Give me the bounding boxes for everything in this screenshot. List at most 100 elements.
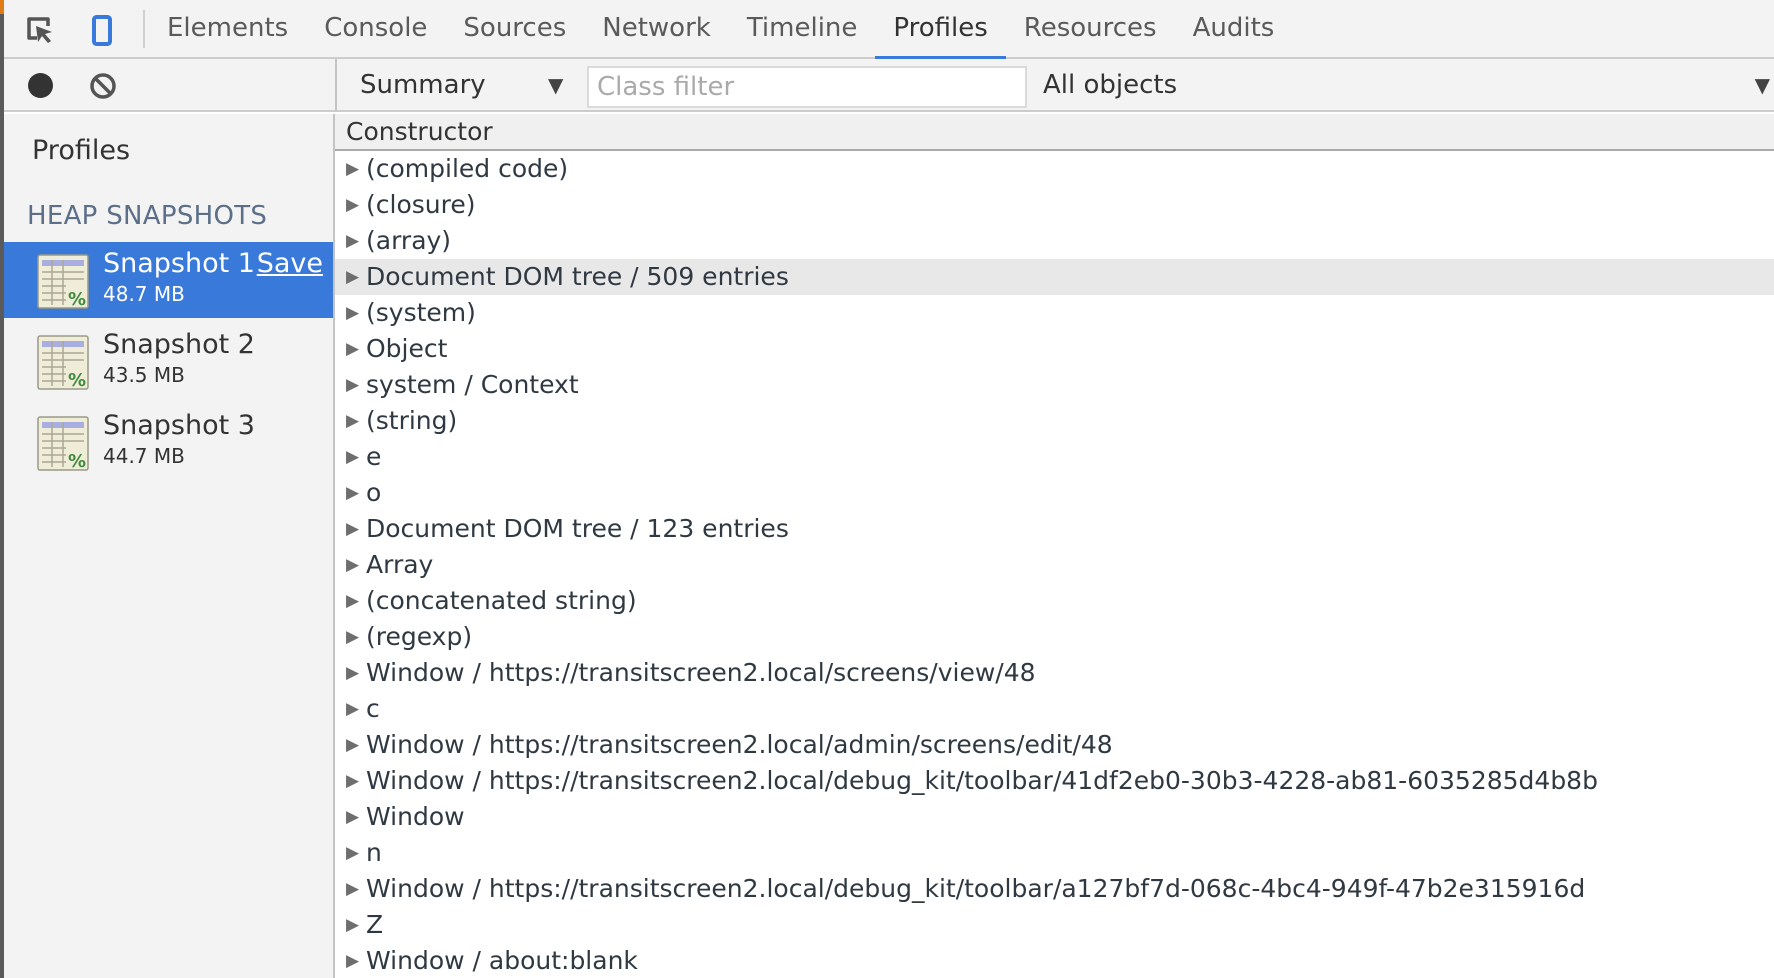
tab-timeline[interactable]: Timeline (729, 0, 876, 57)
expand-triangle-icon[interactable]: ▶ (346, 439, 366, 475)
expand-triangle-icon[interactable]: ▶ (346, 871, 366, 907)
tab-audits[interactable]: Audits (1175, 0, 1293, 57)
save-snapshot-link[interactable]: Save (257, 248, 323, 279)
constructor-row[interactable]: ▶ system / Context (335, 367, 1774, 403)
tab-elements[interactable]: Elements (149, 0, 306, 57)
constructor-name: (closure) (366, 190, 476, 219)
snapshot-size: 48.7 MB (103, 282, 185, 306)
expand-triangle-icon[interactable]: ▶ (346, 223, 366, 259)
snapshot-item-1[interactable]: % Snapshot 1 Save 48.7 MB (4, 242, 333, 318)
snapshot-item-2[interactable]: % Snapshot 2 43.5 MB (4, 323, 333, 399)
tab-resources[interactable]: Resources (1006, 0, 1175, 57)
constructor-name: Window / https://transitscreen2.local/ad… (366, 730, 1113, 759)
expand-triangle-icon[interactable]: ▶ (346, 367, 366, 403)
constructor-row[interactable]: ▶ Window / https://transitscreen2.local/d… (335, 763, 1774, 799)
constructor-name: (string) (366, 406, 458, 435)
expand-triangle-icon[interactable]: ▶ (346, 403, 366, 439)
expand-triangle-icon[interactable]: ▶ (346, 583, 366, 619)
view-select-value: Summary (360, 70, 486, 100)
inspect-element-icon[interactable] (24, 14, 56, 46)
objects-select[interactable]: All objects ▼ (1043, 59, 1770, 112)
constructor-row[interactable]: ▶ Window / https://transitscreen2.local/a… (335, 727, 1774, 763)
expand-triangle-icon[interactable]: ▶ (346, 187, 366, 223)
tab-network[interactable]: Network (584, 0, 729, 57)
toolbar-divider (335, 59, 337, 112)
expand-triangle-icon[interactable]: ▶ (346, 331, 366, 367)
constructor-row[interactable]: ▶ (string) (335, 403, 1774, 439)
dropdown-arrow-icon: ▼ (548, 73, 564, 97)
snapshot-name: Snapshot 1 (103, 248, 255, 279)
constructor-name: (regexp) (366, 622, 473, 651)
constructor-row[interactable]: ▶ Window / https://transitscreen2.local/s… (335, 655, 1774, 691)
clear-button[interactable] (89, 72, 117, 100)
expand-triangle-icon[interactable]: ▶ (346, 547, 366, 583)
constructor-row[interactable]: ▶ Window / about:blank (335, 943, 1774, 978)
constructor-row[interactable]: ▶ (compiled code) (335, 151, 1774, 187)
constructor-row[interactable]: ▶ o (335, 475, 1774, 511)
clear-icon (90, 73, 116, 99)
constructor-name: o (366, 478, 382, 507)
expand-triangle-icon[interactable]: ▶ (346, 799, 366, 835)
constructor-name: system / Context (366, 370, 579, 399)
device-mode-icon[interactable] (86, 14, 118, 46)
constructor-name: (system) (366, 298, 476, 327)
tab-profiles[interactable]: Profiles (875, 0, 1007, 59)
sidebar-title: Profiles (32, 135, 131, 166)
profiles-sidebar: Profiles HEAP SNAPSHOTS % Snapshot 1 Sav… (4, 114, 335, 978)
expand-triangle-icon[interactable]: ▶ (346, 943, 366, 978)
constructor-row[interactable]: ▶ (system) (335, 295, 1774, 331)
devtools-tabbar: Elements Console Sources Network Timelin… (4, 0, 1774, 59)
constructor-row[interactable]: ▶ n (335, 835, 1774, 871)
view-select[interactable]: Summary ▼ (360, 59, 570, 112)
tabbar-divider (143, 10, 145, 48)
constructor-name: c (366, 694, 380, 723)
constructor-row[interactable]: ▶ Window (335, 799, 1774, 835)
svg-text:%: % (68, 370, 86, 391)
expand-triangle-icon[interactable]: ▶ (346, 691, 366, 727)
constructor-row[interactable]: ▶ Z (335, 907, 1774, 943)
expand-triangle-icon[interactable]: ▶ (346, 151, 366, 187)
heap-snapshot-icon: % (36, 415, 91, 473)
svg-text:%: % (68, 289, 86, 310)
constructor-name: Window / https://transitscreen2.local/de… (366, 766, 1598, 795)
constructor-name: Object (366, 334, 448, 363)
expand-triangle-icon[interactable]: ▶ (346, 907, 366, 943)
constructor-row[interactable]: ▶ (concatenated string) (335, 583, 1774, 619)
snapshot-size: 43.5 MB (103, 363, 185, 387)
expand-triangle-icon[interactable]: ▶ (346, 295, 366, 331)
tab-console[interactable]: Console (306, 0, 445, 57)
snapshot-item-3[interactable]: % Snapshot 3 44.7 MB (4, 404, 333, 480)
constructor-row[interactable]: ▶ Window / https://transitscreen2.local/d… (335, 871, 1774, 907)
constructor-name: Document DOM tree / 509 entries (366, 262, 789, 291)
constructor-name: Window / about:blank (366, 946, 638, 975)
snapshot-size: 44.7 MB (103, 444, 185, 468)
expand-triangle-icon[interactable]: ▶ (346, 511, 366, 547)
tab-sources[interactable]: Sources (445, 0, 584, 57)
snapshot-name: Snapshot 3 (103, 410, 255, 441)
constructor-row[interactable]: ▶ (array) (335, 223, 1774, 259)
constructor-row[interactable]: ▶ (closure) (335, 187, 1774, 223)
constructor-row[interactable]: ▶ Document DOM tree / 123 entries (335, 511, 1774, 547)
expand-triangle-icon[interactable]: ▶ (346, 259, 366, 295)
constructor-name: Window / https://transitscreen2.local/de… (366, 874, 1586, 903)
heap-snapshot-icon: % (36, 253, 91, 311)
constructor-row[interactable]: ▶ Array (335, 547, 1774, 583)
panel-tabs: Elements Console Sources Network Timelin… (149, 0, 1293, 59)
expand-triangle-icon[interactable]: ▶ (346, 619, 366, 655)
constructor-row[interactable]: ▶ e (335, 439, 1774, 475)
constructor-row[interactable]: ▶ Object (335, 331, 1774, 367)
constructor-row[interactable]: ▶ Document DOM tree / 509 entries (335, 259, 1774, 295)
record-button[interactable] (28, 73, 53, 98)
expand-triangle-icon[interactable]: ▶ (346, 763, 366, 799)
expand-triangle-icon[interactable]: ▶ (346, 835, 366, 871)
constructor-row[interactable]: ▶ c (335, 691, 1774, 727)
svg-text:%: % (68, 451, 86, 472)
constructor-row[interactable]: ▶ (regexp) (335, 619, 1774, 655)
objects-select-value: All objects (1043, 70, 1178, 100)
expand-triangle-icon[interactable]: ▶ (346, 727, 366, 763)
expand-triangle-icon[interactable]: ▶ (346, 655, 366, 691)
class-filter-input[interactable] (587, 66, 1027, 108)
constructor-name: Window (366, 802, 465, 831)
expand-triangle-icon[interactable]: ▶ (346, 475, 366, 511)
column-header-constructor[interactable]: Constructor (335, 114, 1774, 151)
